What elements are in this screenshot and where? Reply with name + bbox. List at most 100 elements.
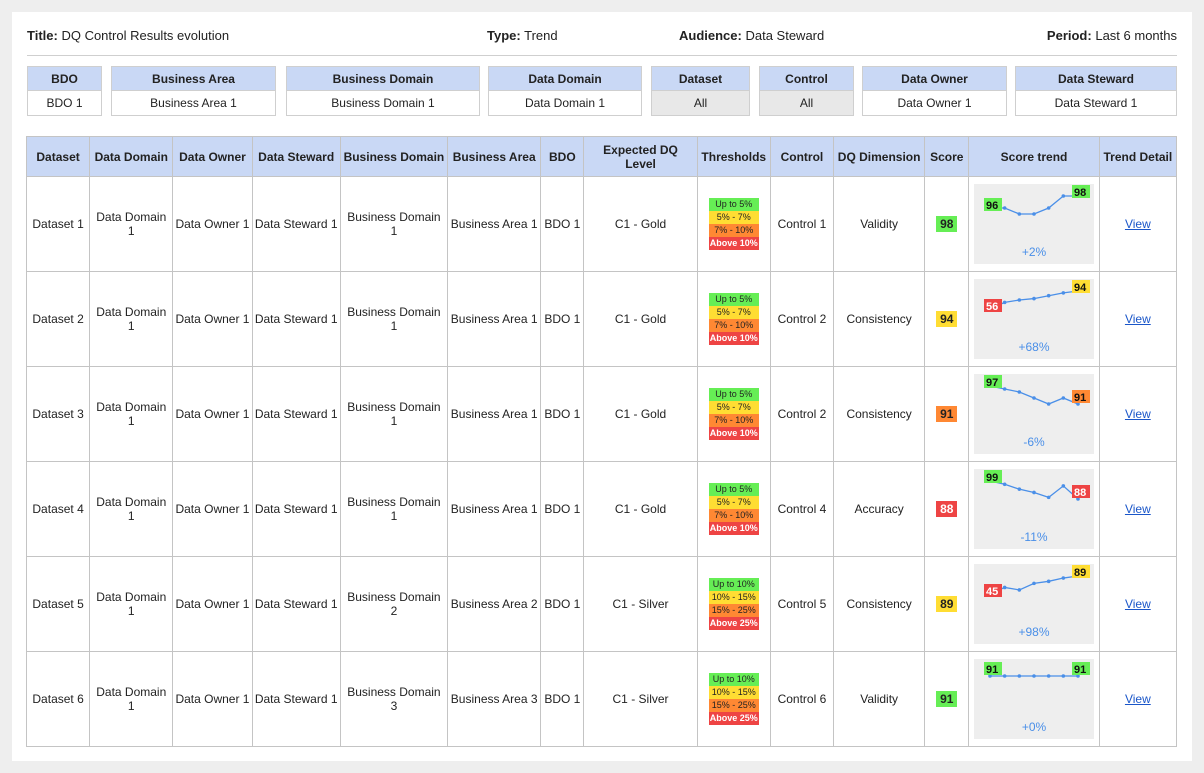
threshold-legend: Up to 5% 5% - 7% 7% - 10% Above 10% bbox=[708, 198, 759, 250]
report-title: Title: DQ Control Results evolution bbox=[27, 28, 230, 43]
cell-business-domain: Business Domain 1 bbox=[339, 176, 449, 272]
threshold-band: 7% - 10% bbox=[708, 319, 759, 332]
threshold-band: Up to 5% bbox=[708, 198, 759, 211]
trend-end-label: 94 bbox=[1074, 282, 1087, 294]
threshold-band: 7% - 10% bbox=[708, 224, 759, 237]
filter-data-steward[interactable]: Data Steward Data Steward 1 bbox=[1015, 66, 1177, 116]
cell-data-owner: Data Owner 1 bbox=[172, 176, 253, 272]
cell-score: 91 bbox=[924, 366, 970, 462]
cell-trend-detail: View bbox=[1098, 556, 1178, 652]
cell-business-domain: Business Domain 2 bbox=[339, 556, 449, 652]
cell-score: 88 bbox=[924, 461, 970, 557]
cell-data-domain: Data Domain 1 bbox=[89, 176, 174, 272]
trend-point bbox=[1002, 300, 1007, 305]
cell-data-domain: Data Domain 1 bbox=[89, 651, 174, 747]
results-table: Dataset Data Domain Data Owner Data Stew… bbox=[25, 136, 1178, 747]
trend-point bbox=[1032, 490, 1036, 495]
col-trend-detail: Trend Detail bbox=[1098, 136, 1178, 177]
score-badge: 98 bbox=[936, 216, 958, 232]
view-trend-link[interactable]: View bbox=[1125, 597, 1151, 611]
cell-dataset: Dataset 6 bbox=[25, 651, 91, 747]
filter-business-area[interactable]: Business Area Business Area 1 bbox=[111, 66, 276, 116]
threshold-band: Above 10% bbox=[708, 332, 759, 345]
score-sparkline: 97 91 -6% bbox=[974, 374, 1095, 454]
cell-trend-detail: View bbox=[1098, 651, 1178, 747]
cell-business-area: Business Area 3 bbox=[447, 651, 542, 747]
cell-dq-dimension: Validity bbox=[833, 176, 926, 272]
cell-data-domain: Data Domain 1 bbox=[89, 461, 174, 557]
score-sparkline: 91 91 +0% bbox=[974, 659, 1095, 739]
cell-data-owner: Data Owner 1 bbox=[172, 271, 253, 367]
threshold-band: Up to 10% bbox=[708, 578, 759, 591]
cell-score-trend: 45 89 +98% bbox=[968, 556, 1100, 652]
cell-business-area: Business Area 2 bbox=[447, 556, 542, 652]
view-trend-link[interactable]: View bbox=[1125, 692, 1151, 706]
trend-point bbox=[1017, 298, 1022, 302]
threshold-band: 5% - 7% bbox=[708, 211, 759, 224]
filter-dataset[interactable]: Dataset All bbox=[651, 66, 750, 116]
filter-control[interactable]: Control All bbox=[759, 66, 854, 116]
threshold-band: Above 10% bbox=[708, 237, 759, 250]
col-score: Score bbox=[924, 136, 970, 177]
view-trend-link[interactable]: View bbox=[1125, 217, 1151, 231]
trend-point bbox=[1002, 674, 1007, 678]
cell-dq-dimension: Accuracy bbox=[833, 461, 926, 557]
threshold-band: 5% - 7% bbox=[708, 306, 759, 319]
score-sparkline: 99 88 -11% bbox=[974, 469, 1095, 549]
col-business-domain: Business Domain bbox=[339, 136, 449, 177]
trend-change: -6% bbox=[1023, 435, 1045, 449]
cell-business-domain: Business Domain 1 bbox=[339, 271, 449, 367]
threshold-band: Up to 5% bbox=[708, 388, 759, 401]
cell-data-domain: Data Domain 1 bbox=[89, 556, 174, 652]
trend-point bbox=[1032, 674, 1036, 678]
cell-score: 89 bbox=[924, 556, 970, 652]
cell-control: Control 4 bbox=[769, 461, 835, 557]
table-row: Dataset 5 Data Domain 1 Data Owner 1 Data S… bbox=[25, 556, 1178, 652]
cell-expected-dq-level: C1 - Gold bbox=[583, 176, 698, 272]
trend-point bbox=[1017, 390, 1022, 394]
trend-point bbox=[1046, 206, 1051, 210]
trend-end-label: 98 bbox=[1074, 187, 1086, 199]
trend-point bbox=[1017, 674, 1022, 678]
col-control: Control bbox=[769, 136, 835, 177]
trend-point bbox=[1046, 402, 1051, 406]
report-type: Type: Trend bbox=[487, 28, 558, 43]
cell-business-domain: Business Domain 3 bbox=[339, 651, 449, 747]
cell-data-owner: Data Owner 1 bbox=[172, 366, 253, 462]
cell-score-trend: 99 88 -11% bbox=[968, 461, 1100, 557]
cell-thresholds: Up to 10% 10% - 15% 15% - 25% Above 25% bbox=[696, 651, 771, 747]
trend-point bbox=[1061, 194, 1066, 198]
filter-bdo[interactable]: BDO BDO 1 bbox=[27, 66, 102, 116]
trend-start-label: 91 bbox=[986, 664, 998, 676]
score-badge: 89 bbox=[936, 596, 958, 612]
filter-data-domain[interactable]: Data Domain Data Domain 1 bbox=[488, 66, 642, 116]
cell-business-area: Business Area 1 bbox=[447, 176, 542, 272]
trend-change: +98% bbox=[1019, 625, 1050, 639]
cell-thresholds: Up to 10% 10% - 15% 15% - 25% Above 25% bbox=[696, 556, 771, 652]
trend-point bbox=[1032, 296, 1036, 301]
threshold-band: Up to 10% bbox=[708, 673, 759, 686]
cell-thresholds: Up to 5% 5% - 7% 7% - 10% Above 10% bbox=[696, 271, 771, 367]
filter-business-domain[interactable]: Business Domain Business Domain 1 bbox=[286, 66, 480, 116]
col-expected-dq-level: Expected DQ Level bbox=[583, 136, 698, 177]
cell-score-trend: 91 91 +0% bbox=[968, 651, 1100, 747]
threshold-band: 7% - 10% bbox=[708, 509, 759, 522]
view-trend-link[interactable]: View bbox=[1125, 502, 1151, 516]
threshold-band: 10% - 15% bbox=[708, 686, 759, 699]
score-badge: 91 bbox=[936, 691, 958, 707]
threshold-band: 7% - 10% bbox=[708, 414, 759, 427]
col-data-steward: Data Steward bbox=[251, 136, 341, 177]
view-trend-link[interactable]: View bbox=[1125, 407, 1151, 421]
score-sparkline: 96 98 +2% bbox=[974, 184, 1095, 264]
trend-point bbox=[1002, 482, 1007, 487]
filter-data-owner[interactable]: Data Owner Data Owner 1 bbox=[862, 66, 1007, 116]
trend-start-label: 56 bbox=[986, 301, 998, 313]
cell-thresholds: Up to 5% 5% - 7% 7% - 10% Above 10% bbox=[696, 176, 771, 272]
view-trend-link[interactable]: View bbox=[1125, 312, 1151, 326]
cell-data-steward: Data Steward 1 bbox=[251, 176, 341, 272]
score-badge: 88 bbox=[936, 501, 958, 517]
trend-start-label: 45 bbox=[986, 586, 998, 598]
trend-point bbox=[1017, 588, 1022, 592]
table-row: Dataset 6 Data Domain 1 Data Owner 1 Data S… bbox=[25, 651, 1178, 747]
trend-end-label: 88 bbox=[1074, 487, 1086, 499]
